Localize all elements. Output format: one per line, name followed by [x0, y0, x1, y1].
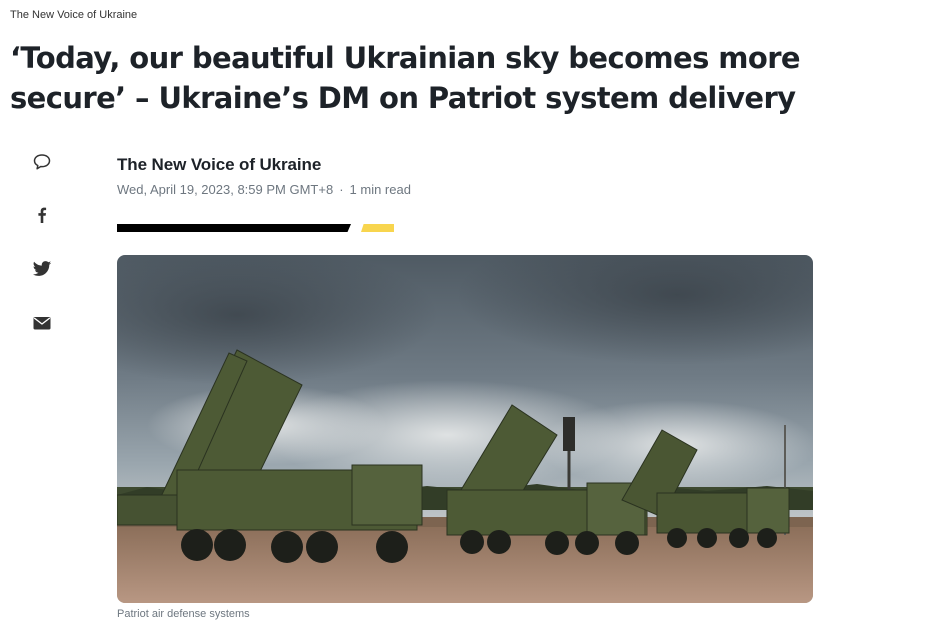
publisher-name[interactable]: The New Voice of Ukraine: [10, 9, 137, 21]
publish-date: Wed, April 19, 2023, 8:59 PM GMT+8: [117, 182, 334, 197]
twitter-icon: [32, 259, 52, 279]
email-share-button[interactable]: [30, 311, 54, 335]
article-headline: ‘Today, our beautiful Ukrainian sky beco…: [10, 41, 801, 115]
facebook-icon: [32, 205, 52, 225]
listen-progress-bar: [117, 224, 351, 232]
email-icon: [32, 313, 52, 333]
comment-button[interactable]: [30, 150, 54, 174]
twitter-share-button[interactable]: [30, 257, 54, 281]
comment-icon: [32, 152, 52, 172]
listen-accent-bar: [361, 224, 394, 232]
author-name[interactable]: The New Voice of Ukraine: [117, 155, 411, 175]
article-photo: [117, 255, 813, 603]
article-meta: Wed, April 19, 2023, 8:59 PM GMT+8 · 1 min…: [117, 182, 411, 197]
byline: The New Voice of Ukraine Wed, April 19, …: [117, 155, 411, 197]
image-caption: Patriot air defense systems: [117, 608, 250, 620]
patriot-launchers-image: [117, 255, 813, 603]
meta-separator: ·: [339, 182, 344, 197]
read-time: 1 min read: [349, 182, 411, 197]
facebook-share-button[interactable]: [30, 203, 54, 227]
